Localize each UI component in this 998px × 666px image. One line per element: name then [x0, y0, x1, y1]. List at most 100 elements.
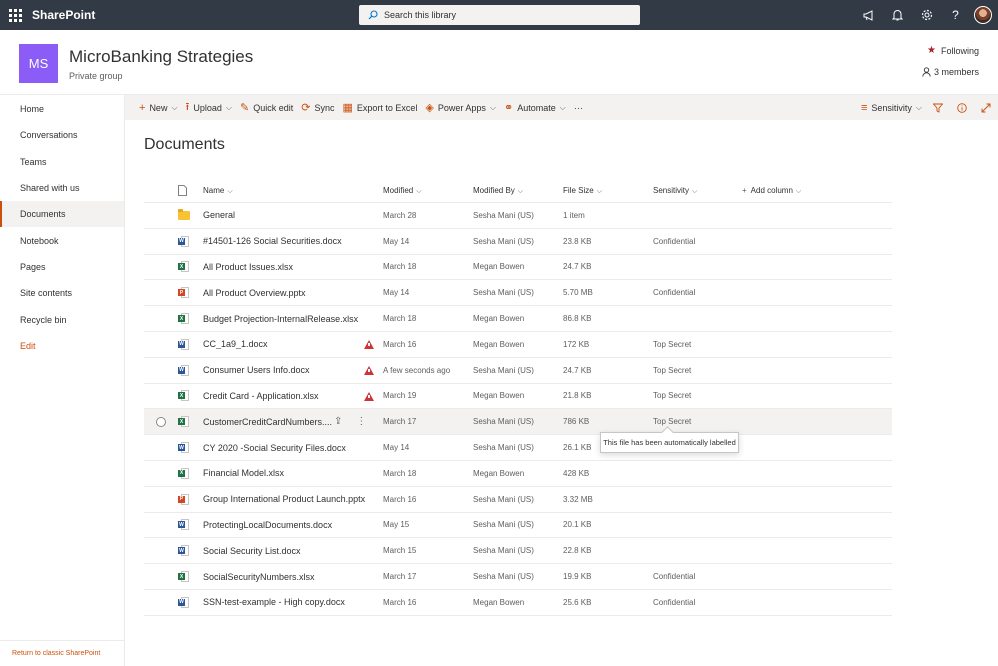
table-row[interactable]: X SocialSecurityNumbers.xlsx March 17 Sesha… — [144, 564, 892, 590]
table-row[interactable]: X CustomerCreditCardNumbers.... March 17 Se… — [144, 409, 892, 436]
file-name-link[interactable]: #14501-126 Social Securities.docx — [203, 236, 383, 246]
members-button[interactable]: 3 members — [922, 67, 979, 77]
share-icon[interactable]: ⇪ — [334, 416, 342, 427]
file-name-link[interactable]: General — [203, 210, 383, 220]
upload-icon: ⭱ — [185, 101, 190, 113]
gear-icon[interactable] — [912, 0, 941, 30]
file-name-link[interactable]: Credit Card - Application.xlsx — [203, 391, 383, 401]
file-name-link[interactable]: All Product Issues.xlsx — [203, 262, 383, 272]
more-button[interactable]: ··· — [570, 95, 587, 120]
follow-button[interactable]: ★ Following — [927, 45, 979, 56]
search-box[interactable] — [359, 5, 640, 25]
sensitivity-button[interactable]: ≡ Sensitivity ⌵ — [857, 95, 926, 120]
column-header-modified-by[interactable]: Modified By ⌵ — [473, 186, 563, 196]
file-size-cell: 22.8 KB — [563, 546, 592, 556]
row-select[interactable] — [144, 416, 178, 427]
file-name-link[interactable]: Social Security List.docx — [203, 546, 383, 556]
column-header-file-size[interactable]: File Size ⌵ — [563, 186, 653, 196]
table-row[interactable]: W ProtectingLocalDocuments.docx May 15 Sesh… — [144, 513, 892, 539]
megaphone-icon[interactable] — [854, 0, 883, 30]
table-row[interactable]: X Credit Card - Application.xlsx March 19 M… — [144, 384, 892, 410]
table-row[interactable]: W Social Security List.docx March 15 Sesha … — [144, 538, 892, 565]
modified-cell: March 28 — [383, 210, 417, 220]
file-name-link[interactable]: Budget Projection-InternalRelease.xlsx — [203, 314, 383, 324]
nav-item-pages[interactable]: Pages — [0, 254, 124, 280]
file-size-cell: 23.8 KB — [563, 236, 592, 246]
avatar[interactable] — [974, 6, 992, 24]
table-row[interactable]: W Consumer Users Info.docx A few seconds a… — [144, 358, 892, 384]
file-name-link[interactable]: Financial Model.xlsx — [203, 468, 383, 478]
file-name-link[interactable]: Consumer Users Info.docx — [203, 365, 383, 375]
automate-button[interactable]: ⚭ Automate ⌵ — [500, 95, 570, 120]
row-select-radio[interactable] — [156, 416, 166, 427]
column-header-name[interactable]: Name ⌵ — [203, 186, 383, 196]
table-row[interactable]: P All Product Overview.pptx May 14 Sesha Ma… — [144, 280, 892, 307]
table-row[interactable]: W CC_1a9_1.docx March 16 Megan Bowen 172 KB T… — [144, 332, 892, 358]
nav-item-shared-with-us[interactable]: Shared with us — [0, 175, 124, 201]
file-name-link[interactable]: Group International Product Launch.pptx — [203, 494, 383, 504]
file-name-link[interactable]: ProtectingLocalDocuments.docx — [203, 520, 383, 530]
nav-item-teams[interactable]: Teams — [0, 149, 124, 175]
more-vertical-icon[interactable]: ⋮ — [356, 416, 366, 427]
file-type-header[interactable] — [178, 185, 203, 196]
modified-cell: March 16 — [383, 597, 417, 607]
sensitivity-cell: Top Secret — [653, 391, 692, 401]
warning-icon[interactable] — [364, 365, 374, 375]
brand-link[interactable]: SharePoint — [32, 8, 95, 22]
sync-button[interactable]: ⟳ Sync — [297, 95, 338, 120]
sensitivity-cell: Top Secret — [653, 417, 692, 427]
power-apps-button[interactable]: ◈ Power Apps ⌵ — [421, 95, 500, 120]
table-row[interactable]: General March 28 Sesha Mani (US) 1 item — [144, 203, 892, 229]
table-row[interactable]: X Financial Model.xlsx March 18 Megan Bowen… — [144, 461, 892, 487]
site-logo[interactable]: MS — [19, 44, 58, 83]
file-name-link[interactable]: All Product Overview.pptx — [203, 288, 383, 298]
file-type-cell: W — [178, 364, 203, 376]
modified-cell: March 19 — [383, 391, 417, 401]
site-title[interactable]: MicroBanking Strategies — [69, 47, 253, 67]
nav-edit-link[interactable]: Edit — [0, 333, 124, 359]
file-type-cell: W — [178, 235, 203, 247]
table-row[interactable]: X All Product Issues.xlsx March 18 Megan Bo… — [144, 255, 892, 281]
search-input[interactable] — [384, 10, 624, 20]
warning-icon[interactable] — [364, 391, 374, 401]
nav-item-recycle-bin[interactable]: Recycle bin — [0, 306, 124, 332]
table-row[interactable]: W CY 2020 -Social Security Files.docx May … — [144, 435, 892, 461]
table-row[interactable]: X Budget Projection-InternalRelease.xlsx M… — [144, 306, 892, 332]
pencil-icon: ✎ — [240, 102, 250, 114]
file-name-link[interactable]: CC_1a9_1.docx — [203, 339, 383, 349]
expand-icon[interactable] — [974, 95, 998, 120]
automate-label: Automate — [517, 102, 556, 113]
table-row[interactable]: W SSN-test-example - High copy.docx March … — [144, 590, 892, 616]
nav-item-home[interactable]: Home — [0, 96, 124, 122]
list-icon: ≡ — [860, 101, 868, 114]
add-column-button[interactable]: + Add column ⌵ — [742, 186, 892, 196]
file-size-cell: 24.7 KB — [563, 365, 592, 375]
file-size-cell: 24.7 KB — [563, 262, 592, 272]
warning-icon[interactable] — [364, 339, 374, 349]
modified-by-cell: Sesha Mani (US) — [473, 443, 534, 453]
nav-item-site-contents[interactable]: Site contents — [0, 280, 124, 306]
table-row[interactable]: W #14501-126 Social Securities.docx May 14… — [144, 229, 892, 255]
nav-item-documents[interactable]: Documents — [0, 201, 124, 228]
nav-item-conversations[interactable]: Conversations — [0, 122, 124, 148]
nav-item-notebook[interactable]: Notebook — [0, 227, 124, 253]
return-to-classic-link[interactable]: Return to classic SharePoint — [0, 640, 124, 666]
file-name-link[interactable]: SocialSecurityNumbers.xlsx — [203, 572, 383, 582]
file-name-link[interactable]: CY 2020 -Social Security Files.docx — [203, 443, 383, 453]
new-button[interactable]: + New ⌵ — [135, 95, 182, 120]
help-icon[interactable]: ? — [941, 0, 970, 30]
chevron-down-icon: ⌵ — [517, 187, 524, 195]
word-file-icon: W — [178, 596, 189, 608]
column-header-modified[interactable]: Modified ⌵ — [383, 186, 473, 196]
upload-button[interactable]: ⭱ Upload ⌵ — [182, 95, 236, 120]
table-row[interactable]: P Group International Product Launch.pptx… — [144, 487, 892, 513]
export-to-excel-button[interactable]: ▦ Export to Excel — [338, 95, 421, 120]
app-launcher-button[interactable] — [0, 0, 30, 30]
info-icon[interactable] — [950, 95, 974, 120]
column-header-sensitivity[interactable]: Sensitivity ⌵ — [653, 186, 742, 196]
file-name-link[interactable]: SSN-test-example - High copy.docx — [203, 597, 383, 607]
bell-icon[interactable] — [883, 0, 912, 30]
quick-edit-button[interactable]: ✎ Quick edit — [236, 95, 297, 120]
filter-icon[interactable] — [926, 95, 950, 120]
chevron-down-icon: ⌵ — [795, 187, 802, 195]
